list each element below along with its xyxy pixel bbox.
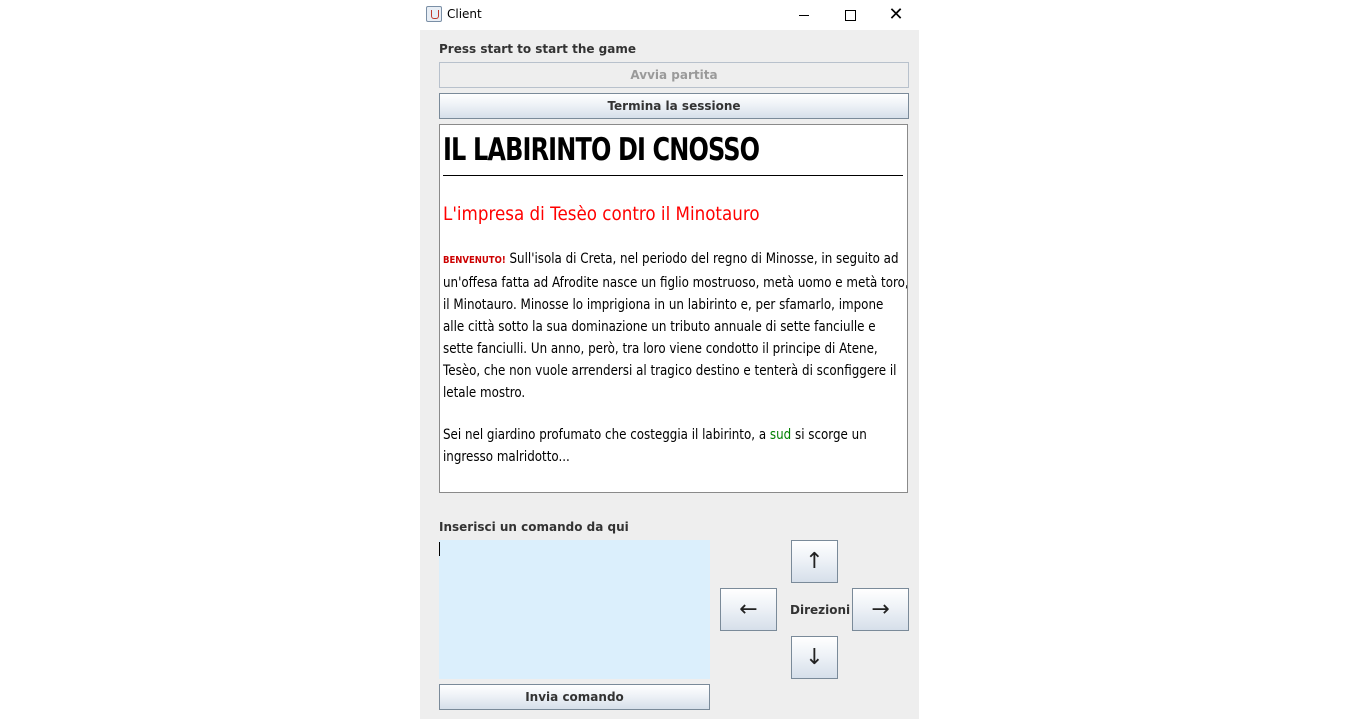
paragraph-line: alle città sotto la sua dominazione un t… <box>443 319 876 335</box>
story-paragraph-2: Sei nel giardino profumato che costeggia… <box>443 424 885 468</box>
arrow-left-icon: ← <box>739 597 758 622</box>
close-icon: ✕ <box>888 4 904 25</box>
maximize-icon <box>844 9 856 21</box>
paragraph-line: Sull'isola di Creta, nel periodo del reg… <box>509 251 899 267</box>
story-paragraph-1: BENVENUTO! Sull'isola di Creta, nel peri… <box>443 248 908 404</box>
text-caret <box>439 542 440 556</box>
title-divider <box>443 175 903 176</box>
minimize-button[interactable] <box>781 0 827 30</box>
maximize-button[interactable] <box>827 0 873 30</box>
title-bar: Client ✕ <box>420 0 919 30</box>
paragraph-line: letale mostro. <box>443 385 526 401</box>
paragraph-text: Sei nel giardino profumato che costeggia… <box>443 427 767 443</box>
west-button[interactable]: ← <box>720 588 777 631</box>
direction-highlight: sud <box>769 427 792 443</box>
instruction-label: Press start to start the game <box>439 42 637 56</box>
directions-label: Direzioni <box>790 603 851 617</box>
command-label: Inserisci un comando da qui <box>439 520 629 534</box>
story-title: IL LABIRINTO DI CNOSSO <box>443 132 760 168</box>
story-panel: IL LABIRINTO DI CNOSSO L'impresa di Tesè… <box>439 124 908 493</box>
paragraph-line: ingresso malridotto... <box>443 449 570 465</box>
client-window: Client ✕ Press start to start the game A… <box>420 0 919 719</box>
welcome-label: BENVENUTO! <box>443 255 506 266</box>
paragraph-line: un'offesa fatta ad Afrodite nasce un fig… <box>443 275 908 291</box>
north-button[interactable]: ↑ <box>791 540 838 583</box>
content-pane: Press start to start the game Avvia part… <box>420 30 919 719</box>
paragraph-line: il Minotauro. Minosse lo imprigiona in u… <box>443 297 884 313</box>
window-title: Client <box>447 7 482 21</box>
send-command-button[interactable]: Invia comando <box>439 684 710 710</box>
paragraph-text: si scorge un <box>794 427 867 443</box>
paragraph-line: sette fanciulli. Un anno, però, tra loro… <box>443 341 878 357</box>
java-app-icon <box>426 6 442 22</box>
paragraph-line: Tesèo, che non vuole arrendersi al tragi… <box>443 363 897 379</box>
minimize-icon <box>799 14 809 16</box>
arrow-down-icon: ↓ <box>805 645 824 670</box>
arrow-right-icon: → <box>871 597 890 622</box>
south-button[interactable]: ↓ <box>791 636 838 679</box>
command-input[interactable] <box>439 540 710 679</box>
end-session-button[interactable]: Termina la sessione <box>439 93 909 119</box>
story-subtitle: L'impresa di Tesèo contro il Minotauro <box>443 203 760 225</box>
start-game-button[interactable]: Avvia partita <box>439 62 909 88</box>
arrow-up-icon: ↑ <box>805 549 824 574</box>
close-button[interactable]: ✕ <box>873 0 919 30</box>
east-button[interactable]: → <box>852 588 909 631</box>
